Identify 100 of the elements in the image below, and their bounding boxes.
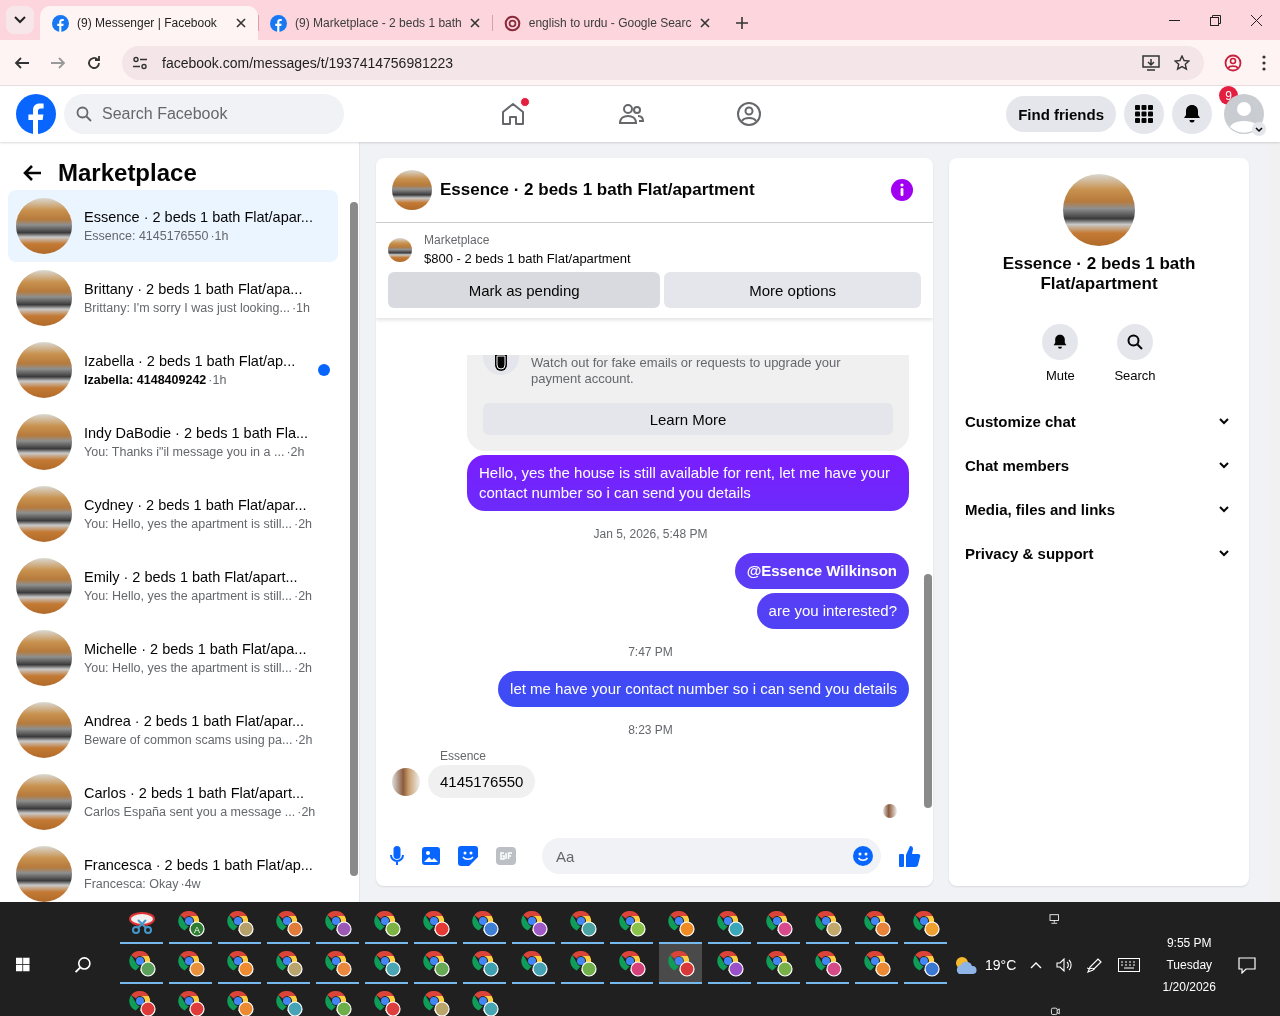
search-button[interactable] bbox=[1117, 324, 1153, 360]
conversation-item[interactable]: Michelle · 2 beds 1 bath Flat/apa... You: Hello, yes the apartment is still... ·2h bbox=[8, 622, 338, 694]
tab-list-button[interactable] bbox=[6, 6, 34, 34]
conversation-title: Essence · 2 beds 1 bath Flat/apar... bbox=[84, 209, 314, 225]
sticker-icon[interactable] bbox=[458, 846, 478, 866]
sent-message: let me have your contact number so i can send you details bbox=[498, 671, 909, 707]
photo-placeholder bbox=[16, 774, 72, 830]
section-header[interactable]: Customize chat bbox=[957, 399, 1241, 443]
search-icon[interactable] bbox=[73, 954, 91, 976]
search-field[interactable]: Search Facebook bbox=[64, 94, 344, 134]
conversation-item[interactable]: Francesca · 2 beds 1 bath Flat/ap... Francesca: Okay ·4w bbox=[8, 838, 338, 902]
close-icon[interactable] bbox=[236, 18, 246, 28]
forward-icon[interactable] bbox=[50, 54, 66, 71]
notifications-button[interactable] bbox=[1172, 94, 1212, 134]
address-field[interactable]: facebook.com/messages/t/1937414756981223 bbox=[122, 45, 1204, 80]
facebook-logo-icon[interactable] bbox=[16, 94, 56, 134]
emoji-icon[interactable] bbox=[853, 846, 873, 866]
avatar-placeholder bbox=[392, 767, 420, 796]
chevron-up-icon[interactable] bbox=[1030, 961, 1043, 969]
find-friends-button[interactable]: Find friends bbox=[1006, 96, 1116, 132]
conversation-item[interactable]: Brittany · 2 beds 1 bath Flat/apa... Brittany: I'm sorry I was just looking... ·1h bbox=[8, 262, 338, 334]
home-icon[interactable] bbox=[500, 101, 526, 127]
message-text-input[interactable]: Aa bbox=[554, 846, 853, 866]
menu-button[interactable] bbox=[1124, 94, 1164, 134]
conversation-item[interactable]: Cydney · 2 beds 1 bath Flat/apar... You: Hello, yes the apartment is still... ·2h bbox=[8, 478, 338, 550]
sent-message: @Essence Wilkinson bbox=[734, 553, 909, 589]
bell-icon bbox=[1052, 334, 1069, 350]
notification-icon[interactable] bbox=[1238, 956, 1257, 974]
sent-message: Hello, yes the house is still available for rent, let me have your contact number so i can send you details bbox=[467, 455, 909, 511]
back-icon[interactable] bbox=[14, 54, 30, 71]
message-preview: You: Hello, yes the apartment is still... bbox=[84, 661, 292, 675]
taskbar-button[interactable] bbox=[659, 944, 702, 984]
windows-icon[interactable] bbox=[16, 956, 30, 973]
reload-icon[interactable] bbox=[86, 54, 102, 71]
message-input[interactable]: Aa bbox=[542, 838, 881, 874]
message-preview: Izabella: 4148409242 bbox=[84, 373, 207, 387]
taskbar-button[interactable]: A bbox=[169, 904, 212, 944]
listing-button[interactable]: More options bbox=[664, 272, 921, 308]
speaker-icon[interactable] bbox=[1056, 958, 1073, 972]
browser-tab[interactable]: english to urdu - Google Searc bbox=[491, 6, 722, 40]
browser-tab[interactable]: (9) Messenger | Facebook bbox=[40, 6, 258, 40]
conversation-item[interactable]: Emily · 2 beds 1 bath Flat/apart... You: Hello, yes the apartment is still... ·2h bbox=[8, 550, 338, 622]
photo-placeholder bbox=[16, 558, 72, 614]
listing-button[interactable]: Mark as pending bbox=[388, 272, 661, 308]
clock-date[interactable]: 1/20/2026 bbox=[1162, 980, 1216, 994]
install-icon[interactable] bbox=[1142, 54, 1160, 71]
weather-icon[interactable] bbox=[953, 954, 979, 976]
section-header[interactable]: Privacy & support bbox=[957, 531, 1241, 575]
conversation-item[interactable]: Izabella · 2 beds 1 bath Flat/ap... Izabella: 4148409242 ·1h bbox=[8, 334, 338, 406]
section-header[interactable]: Media, files and links bbox=[957, 487, 1241, 531]
learn-more-button[interactable]: Learn More bbox=[483, 403, 893, 435]
restore-icon[interactable] bbox=[1210, 15, 1221, 26]
microphone-icon[interactable] bbox=[390, 846, 404, 866]
notice-text: Watch out for fake emails or requests to upgrade your payment account. bbox=[531, 355, 842, 387]
message-preview: Francesca: Okay bbox=[84, 877, 179, 891]
browser-tab[interactable]: (9) Marketplace - 2 beds 1 bath bbox=[258, 6, 492, 40]
chevron-icon bbox=[1219, 461, 1229, 469]
conversation-title: Brittany · 2 beds 1 bath Flat/apa... bbox=[84, 281, 304, 297]
tab-title: (9) Messenger | Facebook bbox=[77, 16, 218, 30]
photo-placeholder bbox=[16, 270, 72, 326]
conversation-item[interactable]: Andrea · 2 beds 1 bath Flat/apar... Beware of common scams using pa... ·2h bbox=[8, 694, 338, 766]
group-circle-icon[interactable] bbox=[736, 101, 762, 127]
people-icon[interactable] bbox=[618, 101, 644, 127]
keyboard-icon[interactable] bbox=[1118, 958, 1141, 972]
section-header[interactable]: Chat members bbox=[957, 443, 1241, 487]
mute-button[interactable] bbox=[1042, 324, 1079, 360]
clock-day[interactable]: Tuesday bbox=[1166, 958, 1213, 972]
new-tab-icon[interactable] bbox=[735, 17, 748, 29]
close-icon[interactable] bbox=[699, 18, 710, 28]
scrollbar[interactable] bbox=[1268, 142, 1280, 902]
close-icon[interactable] bbox=[469, 18, 480, 28]
conversation-title: Cydney · 2 beds 1 bath Flat/apar... bbox=[84, 497, 308, 513]
photo-placeholder bbox=[392, 170, 432, 210]
more-icon[interactable] bbox=[1262, 54, 1266, 71]
profile-icon[interactable] bbox=[1224, 53, 1242, 72]
unread-dot bbox=[318, 364, 330, 376]
thumbs-up-icon[interactable] bbox=[899, 845, 921, 867]
photo-placeholder bbox=[388, 237, 412, 262]
photo-icon[interactable] bbox=[422, 847, 440, 865]
message-preview: You: Hello, yes the apartment is still... bbox=[84, 517, 292, 531]
star-icon[interactable] bbox=[1174, 54, 1190, 71]
message-preview: You: Hello, yes the apartment is still... bbox=[84, 589, 292, 603]
chevron-down-icon[interactable] bbox=[1252, 122, 1266, 136]
search-input[interactable]: Search Facebook bbox=[100, 104, 324, 124]
clock-time[interactable]: 9:55 PM bbox=[1166, 936, 1212, 950]
conversation-title: Emily · 2 beds 1 bath Flat/apart... bbox=[84, 569, 299, 585]
action-label: Search bbox=[1114, 368, 1156, 383]
message-preview: Brittany: I'm sorry I was just looking... bbox=[84, 301, 290, 315]
conversation-item[interactable]: Carlos · 2 beds 1 bath Flat/apart... Carlos España sent you a message ... ·2h bbox=[8, 766, 338, 838]
close-icon[interactable] bbox=[1251, 15, 1262, 26]
received-message: 4145176550 bbox=[428, 765, 536, 798]
conversation-item[interactable]: Indy DaBodie · 2 beds 1 bath Fla... You: Thanks i"il message you in a ... ·2h bbox=[8, 406, 338, 478]
info-icon[interactable] bbox=[891, 179, 913, 201]
conversation-title: Indy DaBodie · 2 beds 1 bath Fla... bbox=[84, 425, 310, 441]
site-settings-icon[interactable] bbox=[132, 54, 148, 71]
conversation-item[interactable]: Essence · 2 beds 1 bath Flat/apar... Essence: 4145176550 ·1h bbox=[8, 190, 338, 262]
camera-icon[interactable] bbox=[1048, 1006, 1062, 1016]
message-time: ·2h bbox=[294, 733, 313, 747]
back-arrow-icon[interactable] bbox=[22, 164, 42, 182]
sender-name: Essence bbox=[440, 749, 488, 763]
